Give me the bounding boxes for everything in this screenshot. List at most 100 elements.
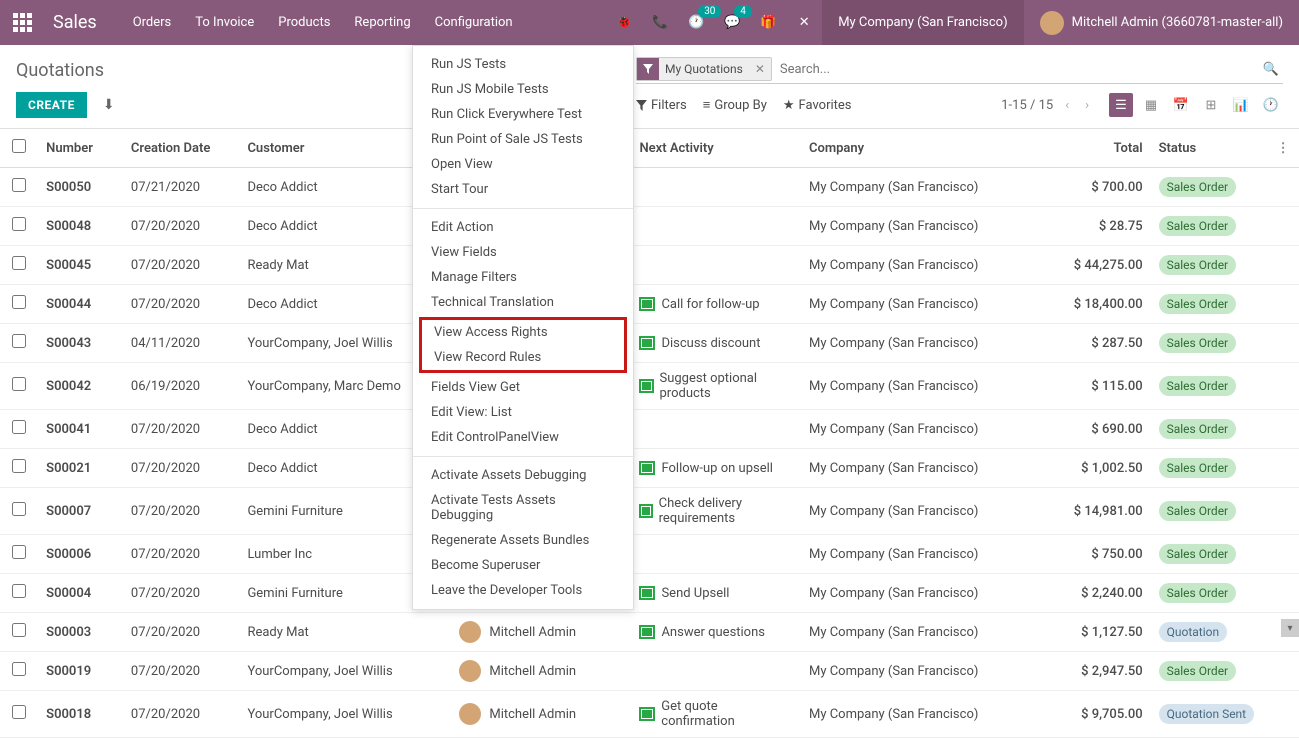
table-row[interactable]: S00018 07/20/2020 YourCompany, Joel Will… xyxy=(0,691,1299,738)
table-row[interactable]: S00050 07/21/2020 Deco Addict Mitchell A… xyxy=(0,168,1299,207)
row-checkbox[interactable] xyxy=(12,584,26,598)
activity-icon[interactable] xyxy=(639,297,655,311)
col-total[interactable]: Total xyxy=(1045,129,1151,168)
col-activity[interactable]: Next Activity xyxy=(631,129,801,168)
row-checkbox[interactable] xyxy=(12,217,26,231)
dev-menu-item[interactable]: Open View xyxy=(413,152,633,177)
dev-menu-item[interactable]: View Record Rules xyxy=(422,345,624,370)
col-date[interactable]: Creation Date xyxy=(123,129,240,168)
brand[interactable]: Sales xyxy=(45,12,121,33)
row-checkbox[interactable] xyxy=(12,459,26,473)
apps-icon[interactable] xyxy=(0,13,45,32)
table-row[interactable]: S00007 07/20/2020 Gemini Furniture Mitch… xyxy=(0,488,1299,535)
row-checkbox[interactable] xyxy=(12,420,26,434)
row-checkbox[interactable] xyxy=(12,256,26,270)
dev-menu-item[interactable]: Manage Filters xyxy=(413,265,633,290)
dev-menu-item[interactable]: Technical Translation xyxy=(413,290,633,315)
dev-menu-item[interactable]: Run Click Everywhere Test xyxy=(413,102,633,127)
table-row[interactable]: S00043 04/11/2020 YourCompany, Joel Will… xyxy=(0,324,1299,363)
dev-menu-item[interactable]: Start Tour xyxy=(413,177,633,202)
select-all-checkbox[interactable] xyxy=(12,139,26,153)
favorites-button[interactable]: ★ Favorites xyxy=(783,98,852,113)
activity-icon[interactable] xyxy=(639,461,655,475)
pager-value[interactable]: 1-15 / 15 xyxy=(1001,98,1053,113)
phone-icon[interactable]: 📞 xyxy=(642,0,678,45)
table-row[interactable]: S00019 07/20/2020 YourCompany, Joel Will… xyxy=(0,652,1299,691)
activity-icon[interactable] xyxy=(639,379,653,393)
pager-next[interactable]: › xyxy=(1081,94,1093,117)
dev-tools-icon[interactable]: ✕ xyxy=(786,0,822,45)
filters-button[interactable]: Filters xyxy=(636,98,687,113)
table-row[interactable]: S00003 07/20/2020 Ready Mat Mitchell Adm… xyxy=(0,613,1299,652)
activity-icon[interactable] xyxy=(639,504,652,518)
table-row[interactable]: S00021 07/20/2020 Deco Addict Mitchell A… xyxy=(0,449,1299,488)
col-status[interactable]: Status xyxy=(1151,129,1268,168)
row-checkbox[interactable] xyxy=(12,623,26,637)
activity-icon[interactable] xyxy=(639,707,655,721)
row-checkbox[interactable] xyxy=(12,334,26,348)
row-checkbox[interactable] xyxy=(12,178,26,192)
table-row[interactable]: S00041 07/20/2020 Deco Addict Mitchell A… xyxy=(0,410,1299,449)
download-icon[interactable]: ⬇ xyxy=(95,97,123,113)
facet-remove[interactable]: ✕ xyxy=(749,62,771,76)
row-checkbox[interactable] xyxy=(12,377,26,391)
nav-configuration[interactable]: Configuration xyxy=(423,0,525,45)
dev-menu-item[interactable]: Run JS Mobile Tests xyxy=(413,77,633,102)
nav-reporting[interactable]: Reporting xyxy=(342,0,422,45)
company-switcher[interactable]: My Company (San Francisco) xyxy=(822,0,1023,45)
row-checkbox[interactable] xyxy=(12,662,26,676)
view-activity-icon[interactable]: 🕐 xyxy=(1259,93,1283,117)
cell-customer: YourCompany, Joel Willis xyxy=(239,652,451,691)
col-number[interactable]: Number xyxy=(38,129,123,168)
cell-number: S00007 xyxy=(38,488,123,535)
group-by-button[interactable]: ≡ Group By xyxy=(703,97,767,113)
table-row[interactable]: S00006 07/20/2020 Lumber Inc Mitchell Ad… xyxy=(0,535,1299,574)
dev-menu-item[interactable]: View Access Rights xyxy=(422,320,624,345)
dev-menu-item[interactable]: Run Point of Sale JS Tests xyxy=(413,127,633,152)
table-row[interactable]: S00045 07/20/2020 Ready Mat Mitchell Adm… xyxy=(0,246,1299,285)
view-calendar-icon[interactable]: 📅 xyxy=(1169,93,1193,117)
col-options-icon[interactable]: ⋮ xyxy=(1267,129,1299,168)
activity-icon[interactable] xyxy=(639,586,655,600)
discuss-icon[interactable]: 💬4 xyxy=(714,0,750,45)
search-input[interactable] xyxy=(772,58,1259,81)
table-row[interactable]: S00004 07/20/2020 Gemini Furniture Mitch… xyxy=(0,574,1299,613)
pager-prev[interactable]: ‹ xyxy=(1061,94,1073,117)
dev-menu-item[interactable]: Activate Tests Assets Debugging xyxy=(413,488,633,528)
row-checkbox[interactable] xyxy=(12,502,26,516)
view-kanban-icon[interactable]: ▦ xyxy=(1139,93,1163,117)
dev-menu-item[interactable]: Run JS Tests xyxy=(413,52,633,77)
table-row[interactable]: S00044 07/20/2020 Deco Addict Mitchell A… xyxy=(0,285,1299,324)
activity-icon[interactable] xyxy=(639,336,655,350)
dev-menu-item[interactable]: Edit Action xyxy=(413,215,633,240)
dev-menu-item[interactable]: Edit ControlPanelView xyxy=(413,425,633,450)
view-list-icon[interactable]: ☰ xyxy=(1109,93,1133,117)
table-row[interactable]: S00042 06/19/2020 YourCompany, Marc Demo… xyxy=(0,363,1299,410)
status-badge: Sales Order xyxy=(1159,583,1237,603)
gift-icon[interactable]: 🎁 xyxy=(750,0,786,45)
view-graph-icon[interactable]: 📊 xyxy=(1229,93,1253,117)
dev-menu-item[interactable]: Activate Assets Debugging xyxy=(413,463,633,488)
dev-menu-item[interactable]: Become Superuser xyxy=(413,553,633,578)
user-menu[interactable]: Mitchell Admin (3660781-master-all) xyxy=(1024,0,1299,45)
table-row[interactable]: S00048 07/20/2020 Deco Addict Mitchell A… xyxy=(0,207,1299,246)
row-checkbox[interactable] xyxy=(12,705,26,719)
nav-products[interactable]: Products xyxy=(266,0,342,45)
dev-menu-item[interactable]: Regenerate Assets Bundles xyxy=(413,528,633,553)
scroll-down-icon[interactable]: ▾ xyxy=(1281,619,1299,637)
view-pivot-icon[interactable]: ⊞ xyxy=(1199,93,1223,117)
bug-icon[interactable]: 🐞 xyxy=(606,0,642,45)
dev-menu-item[interactable]: Edit View: List xyxy=(413,400,633,425)
nav-orders[interactable]: Orders xyxy=(121,0,184,45)
col-company[interactable]: Company xyxy=(801,129,1045,168)
dev-menu-item[interactable]: Leave the Developer Tools xyxy=(413,578,633,603)
nav-to-invoice[interactable]: To Invoice xyxy=(183,0,266,45)
row-checkbox[interactable] xyxy=(12,295,26,309)
row-checkbox[interactable] xyxy=(12,545,26,559)
search-icon[interactable]: 🔍 xyxy=(1259,62,1283,77)
create-button[interactable]: CREATE xyxy=(16,92,87,118)
activities-icon[interactable]: 🕐30 xyxy=(678,0,714,45)
dev-menu-item[interactable]: Fields View Get xyxy=(413,375,633,400)
dev-menu-item[interactable]: View Fields xyxy=(413,240,633,265)
activity-text: Check delivery requirements xyxy=(659,496,793,526)
